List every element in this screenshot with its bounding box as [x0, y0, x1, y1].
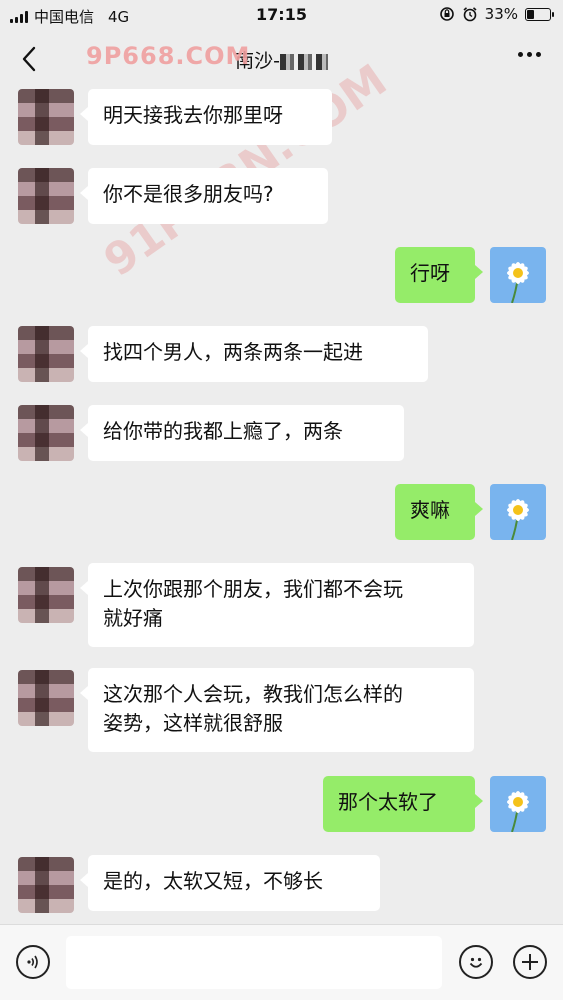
plus-icon: [522, 954, 538, 970]
my-avatar[interactable]: [490, 776, 546, 832]
incoming-bubble[interactable]: 上次你跟那个朋友，我们都不会玩 就好痛: [80, 563, 474, 647]
incoming-bubble[interactable]: 找四个男人，两条两条一起进: [80, 326, 428, 382]
daisy-icon: [507, 262, 529, 303]
contact-avatar[interactable]: [18, 89, 74, 145]
contact-avatar[interactable]: [18, 168, 74, 224]
message-input[interactable]: [66, 936, 442, 989]
input-bar: [0, 924, 563, 1000]
daisy-icon: [507, 499, 529, 540]
status-bar: 中国电信 4G 17:15 33%: [0, 0, 563, 30]
contact-avatar[interactable]: [18, 670, 74, 726]
battery-fill: [527, 9, 534, 19]
emoji-icon: [469, 957, 483, 968]
contact-avatar[interactable]: [18, 405, 74, 461]
voice-icon: [27, 955, 38, 969]
my-avatar[interactable]: [490, 484, 546, 540]
voice-button[interactable]: [16, 945, 50, 979]
chat-title: 南沙-: [0, 46, 563, 73]
rotation-lock-icon: [439, 7, 454, 21]
contact-avatar[interactable]: [18, 567, 74, 623]
alarm-icon: [463, 7, 477, 22]
contact-avatar[interactable]: [18, 857, 74, 913]
outgoing-bubble[interactable]: 爽嘛: [395, 484, 483, 540]
daisy-icon: [507, 791, 529, 832]
incoming-bubble[interactable]: 给你带的我都上瘾了，两条: [80, 405, 404, 461]
incoming-bubble[interactable]: 明天接我去你那里呀: [80, 89, 332, 145]
chat-nav-bar: 南沙-: [0, 30, 563, 88]
plus-button[interactable]: [513, 945, 547, 979]
my-avatar[interactable]: [490, 247, 546, 303]
emoji-button[interactable]: [459, 945, 493, 979]
more-dots-icon: [518, 52, 523, 57]
outgoing-bubble[interactable]: 那个太软了: [323, 776, 483, 832]
chat-screen: 中国电信 4G 17:15 33% 南沙- 9P668.COM 明天接我去你那里…: [0, 0, 563, 1000]
incoming-bubble[interactable]: 你不是很多朋友吗?: [80, 168, 328, 224]
contact-avatar[interactable]: [18, 326, 74, 382]
battery-icon: [525, 7, 554, 21]
more-button[interactable]: [518, 52, 541, 57]
incoming-bubble[interactable]: 是的，太软又短，不够长: [80, 855, 380, 911]
battery-percent: 33%: [484, 5, 518, 23]
redacted-name: [279, 53, 328, 70]
incoming-bubble[interactable]: 这次那个人会玩，教我们怎么样的 姿势，这样就很舒服: [80, 668, 474, 752]
outgoing-bubble[interactable]: 行呀: [395, 247, 483, 303]
status-right: 33%: [439, 5, 554, 23]
watermark-top: 9P668.COM: [86, 42, 251, 70]
